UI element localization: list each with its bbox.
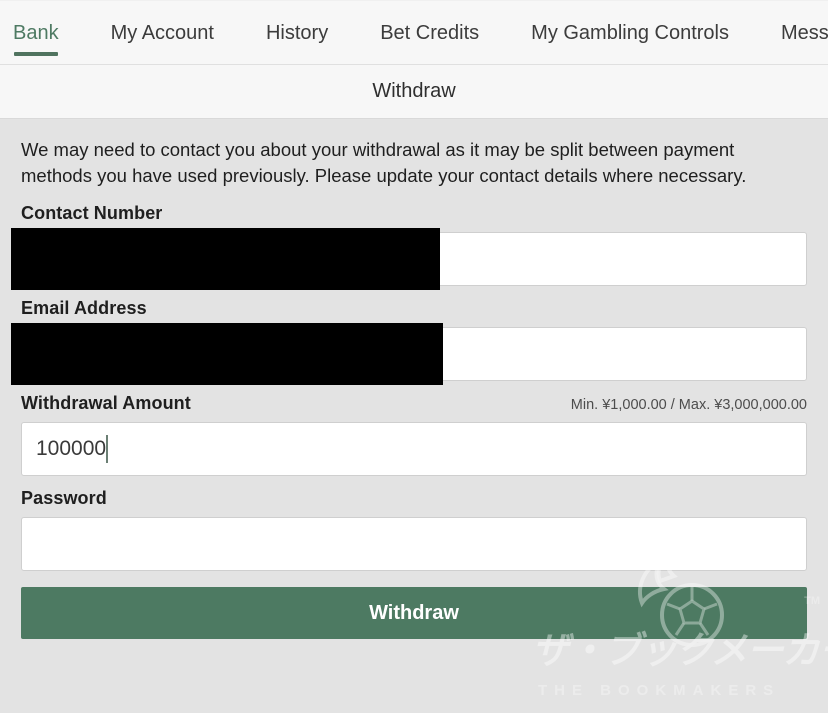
field-withdrawal-amount-head: Withdrawal Amount Min. ¥1,000.00 / Max. …: [21, 393, 807, 414]
password-input-wrap: [21, 517, 807, 571]
account-tabbar: Bank My Account History Bet Credits My G…: [0, 0, 828, 64]
tab-bet-credits[interactable]: Bet Credits: [380, 1, 479, 65]
field-email-address-label: Email Address: [21, 298, 147, 318]
tab-history[interactable]: History: [266, 1, 328, 65]
tab-my-account-label: My Account: [110, 21, 214, 44]
submit-row: Withdraw: [21, 587, 807, 639]
field-email-address: Email Address: [11, 298, 807, 385]
field-password-label: Password: [21, 488, 107, 508]
watermark-english-text: THE BOOKMAKERS: [538, 682, 781, 699]
tab-messaging-label: Messaging: [781, 21, 828, 44]
field-contact-number: Contact Number: [11, 203, 807, 290]
field-email-address-head: Email Address: [21, 298, 807, 319]
field-contact-number-head: Contact Number: [21, 203, 807, 224]
tab-my-gambling-controls-label: My Gambling Controls: [531, 21, 729, 44]
tab-messaging[interactable]: Messaging: [781, 1, 828, 65]
withdraw-notice: We may need to contact you about your wi…: [21, 139, 747, 186]
tab-history-label: History: [265, 21, 329, 44]
email-address-redaction: [11, 323, 443, 385]
page-title: Withdraw: [372, 80, 456, 102]
field-withdrawal-amount-label: Withdrawal Amount: [21, 393, 191, 413]
withdrawal-limits-hint: Min. ¥1,000.00 / Max. ¥3,000,000.00: [570, 397, 807, 413]
field-withdrawal-amount: Withdrawal Amount Min. ¥1,000.00 / Max. …: [21, 393, 807, 476]
text-cursor: [106, 435, 108, 463]
field-password: Password: [21, 488, 807, 571]
withdraw-page: Bank My Account History Bet Credits My G…: [0, 0, 828, 713]
tab-bet-credits-label: Bet Credits: [380, 21, 480, 44]
tab-bank[interactable]: Bank: [13, 1, 59, 65]
section-header: Withdraw: [0, 64, 828, 119]
email-address-input-wrap: [11, 323, 807, 385]
tab-my-gambling-controls[interactable]: My Gambling Controls: [531, 1, 729, 65]
withdrawal-amount-input[interactable]: [21, 422, 807, 476]
password-input[interactable]: [21, 517, 807, 571]
field-password-head: Password: [21, 488, 807, 509]
withdraw-form: We may need to contact you about your wi…: [0, 119, 828, 639]
withdraw-button[interactable]: Withdraw: [21, 587, 807, 639]
withdrawal-amount-input-wrap: [21, 422, 807, 476]
field-contact-number-label: Contact Number: [21, 203, 163, 223]
contact-number-redaction: [11, 228, 440, 290]
contact-number-input-wrap: [11, 228, 807, 290]
tab-bank-label: Bank: [13, 21, 59, 44]
tab-my-account[interactable]: My Account: [111, 1, 214, 65]
